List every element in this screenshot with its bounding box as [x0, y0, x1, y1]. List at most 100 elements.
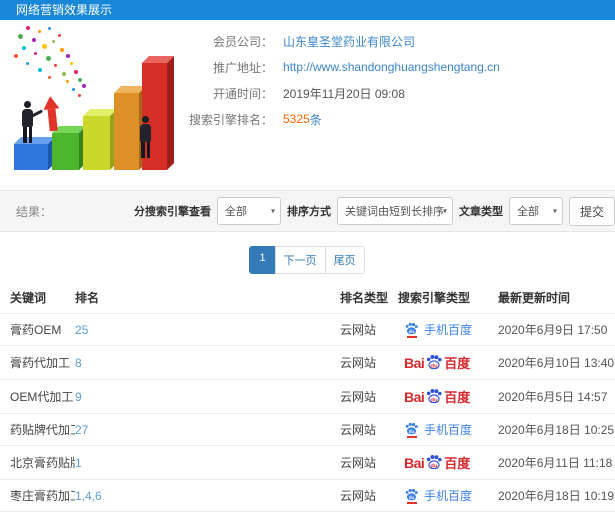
rank-type-cell: 云网站 [340, 313, 398, 346]
article-select-value: 全部 [516, 206, 539, 218]
confetti-dot [26, 62, 29, 65]
engine-select-value: 全部 [224, 206, 247, 218]
baidu-paw-icon: du [427, 454, 442, 469]
rank-type-cell: 云网站 [340, 479, 398, 512]
rank-link[interactable]: 9 [75, 379, 340, 414]
engine-type-cell: du 手机百度 [398, 413, 498, 446]
chart-bar [52, 133, 79, 170]
mobile-baidu-logo: du 手机百度 [404, 421, 472, 438]
red-underline [406, 435, 417, 438]
updated-time-cell: 2020年6月11日 11:18 [498, 445, 615, 480]
page-title: 网络营销效果展示 [16, 3, 113, 17]
rank-type-cell: 云网站 [340, 413, 398, 446]
rank-link[interactable]: 1 [75, 445, 340, 480]
keyword-cell: OEM代加工 [0, 379, 75, 414]
confetti-dot [52, 40, 55, 43]
confetti-dot [82, 84, 86, 88]
field-company: 会员公司： 山东皇圣堂药业有限公司 [183, 28, 500, 54]
next-page-button[interactable]: 下一页 [274, 246, 326, 274]
rank-type-cell: 云网站 [340, 379, 398, 414]
baidu-paw-icon: du [405, 488, 418, 500]
col-rank: 排名 [75, 291, 100, 305]
table-row: 枣庄膏药加工 1,4,6 云网站 du 手机百度 2020年6月18日 10:19 [0, 479, 615, 512]
baidu-logo-text: Bai [404, 454, 425, 471]
businessman-figure [22, 101, 44, 143]
confetti-dot [32, 38, 36, 42]
confetti-dot [78, 94, 81, 97]
rank-link[interactable]: 4 [75, 511, 340, 520]
submit-button[interactable]: 提交 [568, 196, 615, 226]
info-fields: 会员公司： 山东皇圣堂药业有限公司 推广地址： http://www.shand… [183, 28, 500, 132]
rank-link[interactable]: 8 [75, 345, 340, 380]
field-label: 会员公司： [212, 34, 273, 49]
confetti-dot [48, 76, 51, 79]
result-label: 结果： [16, 204, 53, 219]
up-arrow-icon [42, 95, 62, 132]
confetti-dot [70, 62, 73, 65]
page-1-button[interactable]: 1 [249, 246, 276, 274]
field-label: 搜索引擎排名： [188, 112, 273, 127]
rank-count-suffix: 条 [309, 112, 322, 127]
sort-select-value: 关键词由短到长排序 [344, 206, 444, 218]
filter-controls: 分搜索引擎查看 全部 排序方式 关键词由短到长排序 文章类型 全部 提交 [134, 196, 615, 226]
baidu-paw-icon: du [427, 354, 442, 369]
field-rank-count: 搜索引擎排名： 5325 条 [183, 106, 500, 132]
baidu-logo: Baidu 百度 [404, 353, 470, 372]
red-underline [406, 501, 417, 504]
chart-bar [83, 116, 110, 170]
page: 网络营销效果展示 会员公司： 山东皇圣堂药业有限公司 推广地址： http://… [0, 0, 615, 520]
updated-time-cell: 2020年6月5日 14:57 [498, 379, 615, 414]
baidu-paw-icon: du [405, 322, 418, 334]
promotion-url-link[interactable]: http://www.shandonghuangshengtang.cn [283, 60, 500, 74]
rank-type-cell: 云网站 [340, 345, 398, 380]
mobile-baidu-logo: du 手机百度 [404, 487, 472, 504]
baidu-logo: Baidu 百度 [404, 453, 470, 472]
engine-select[interactable]: 全部 [216, 197, 281, 225]
rank-link[interactable]: 27 [75, 413, 340, 446]
last-page-button[interactable]: 尾页 [324, 246, 365, 274]
col-keyword: 关键词 [10, 291, 47, 305]
engine-type-cell: Baidu百度 [398, 345, 498, 380]
pagination: 1 下一页 尾页 [0, 246, 615, 274]
rank-type-cell: 云网站 [340, 511, 398, 520]
col-updated: 最新更新时间 [498, 291, 571, 305]
rank-link[interactable]: 1,4,6 [75, 479, 340, 512]
engine-type-cell: du 手机百度 [398, 313, 498, 346]
rank-link[interactable]: 25 [75, 313, 340, 346]
col-engine-type: 搜索引擎类型 [398, 291, 471, 305]
baidu-logo-cn: 百度 [444, 390, 471, 405]
keyword-cell: 北京膏药贴牌 [0, 445, 75, 480]
results-table: 关键词 排名 排名类型 搜索引擎类型 最新更新时间 膏药OEM 25 云网站 d… [0, 282, 615, 520]
confetti-dot [74, 70, 78, 74]
article-type-select[interactable]: 全部 [508, 197, 563, 225]
open-time-value: 2019年11月20日 09:08 [283, 86, 405, 101]
confetti-dot [58, 34, 61, 37]
updated-time-cell: 2020年6月9日 17:50 [498, 313, 615, 346]
confetti-dot [38, 30, 41, 33]
svg-text:du: du [431, 463, 439, 469]
article-type-label: 文章类型 [458, 206, 503, 218]
confetti-dot [78, 78, 82, 82]
svg-text:du: du [409, 494, 415, 499]
updated-time-cell: 2020年6月18日 10:19 [498, 479, 615, 512]
table-row: 医疗器械厂家 4 云网站 Baidu百度 2020年5月29日 10:32 [0, 511, 615, 520]
baidu-logo-text: Bai [404, 354, 425, 371]
chart-bar [114, 93, 139, 170]
field-label: 推广地址： [212, 60, 273, 75]
baidu-logo-text: Bai [404, 388, 425, 405]
keyword-cell: 膏药代加工 [0, 345, 75, 380]
rank-type-cell: 云网站 [340, 445, 398, 480]
confetti-dot [42, 44, 47, 49]
field-url: 推广地址： http://www.shandonghuangshengtang.… [183, 54, 500, 80]
engine-type-cell: Baidu百度 [398, 511, 498, 520]
table-row: 膏药OEM 25 云网站 du 手机百度 2020年6月9日 17:50 [0, 313, 615, 346]
field-open-time: 开通时间： 2019年11月20日 09:08 [183, 80, 500, 106]
table-row: 药贴牌代加工 27 云网站 du 手机百度 2020年6月18日 10:25 [0, 413, 615, 446]
sort-select[interactable]: 关键词由短到长排序 [336, 197, 453, 225]
mobile-baidu-label: 手机百度 [424, 323, 473, 337]
company-link[interactable]: 山东皇圣堂药业有限公司 [283, 33, 415, 50]
chart-bar [14, 144, 48, 170]
updated-time-cell: 2020年6月18日 10:25 [498, 413, 615, 446]
red-underline [406, 335, 417, 338]
keyword-cell: 枣庄膏药加工 [0, 479, 75, 512]
